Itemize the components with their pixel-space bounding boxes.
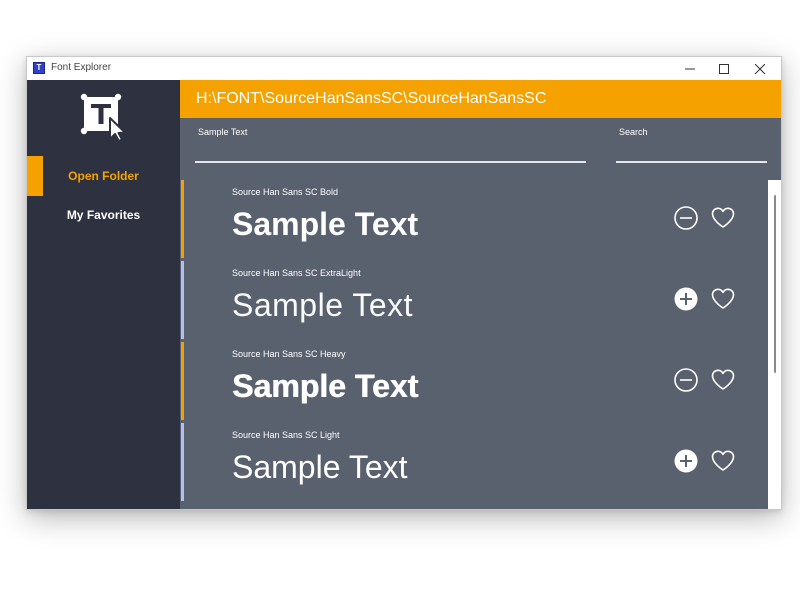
favorite-button[interactable] (710, 367, 736, 393)
scrollbar[interactable] (768, 180, 781, 509)
selection-bar (181, 342, 184, 420)
font-sample: Sample Text (232, 368, 419, 404)
selection-bar (181, 261, 184, 339)
window-title: Font Explorer (51, 62, 112, 73)
font-row[interactable]: Source Han Sans SC Bold Sample Text (181, 180, 768, 260)
maximize-button[interactable] (707, 57, 741, 80)
sample-text-label: Sample Text (198, 127, 248, 137)
minimize-icon (685, 68, 695, 69)
heart-outline-icon (711, 450, 735, 471)
font-row[interactable]: Source Han Sans SC Light Sample Text (181, 423, 768, 503)
font-name: Source Han Sans SC Bold (232, 187, 339, 197)
font-list: Source Han Sans SC Bold Sample Text Sour… (181, 180, 768, 509)
font-name: Source Han Sans SC Heavy (232, 349, 346, 359)
sidebar-item-open-folder[interactable]: Open Folder (27, 156, 180, 196)
scrollbar-thumb[interactable] (774, 195, 776, 373)
font-name: Source Han Sans SC ExtraLight (232, 268, 361, 278)
add-font-button[interactable] (673, 286, 699, 312)
app-window: T Font Explorer Open Folder My Favorites (26, 56, 782, 510)
search-label: Search (619, 127, 648, 137)
remove-font-button[interactable] (673, 205, 699, 231)
sample-text-input[interactable] (195, 161, 586, 163)
plus-circle-icon (674, 449, 698, 473)
sidebar: Open Folder My Favorites (27, 80, 180, 509)
sidebar-item-my-favorites[interactable]: My Favorites (27, 195, 180, 235)
sidebar-item-label: Open Folder (68, 169, 139, 183)
font-explorer-app-icon: T (33, 62, 45, 74)
selection-bar (181, 423, 184, 501)
active-indicator (27, 156, 43, 196)
font-name: Source Han Sans SC Light (232, 430, 340, 440)
font-sample: Sample Text (232, 449, 408, 485)
search-input[interactable] (616, 161, 767, 163)
folder-path-header: H:\FONT\SourceHanSansSC\SourceHanSansSC (180, 80, 781, 118)
minus-circle-icon (674, 368, 698, 392)
title-bar[interactable]: T Font Explorer (27, 57, 781, 80)
text-cursor-logo-icon (80, 93, 126, 142)
favorite-button[interactable] (710, 448, 736, 474)
heart-outline-icon (711, 369, 735, 390)
close-icon (755, 63, 765, 74)
minus-circle-icon (674, 206, 698, 230)
font-sample: Sample Text (232, 287, 413, 323)
font-row[interactable]: Source Han Sans SC ExtraLight Sample Tex… (181, 261, 768, 341)
font-row[interactable]: Source Han Sans SC Heavy Sample Text (181, 342, 768, 422)
close-button[interactable] (743, 57, 777, 80)
remove-font-button[interactable] (673, 367, 699, 393)
heart-outline-icon (711, 288, 735, 309)
sidebar-item-label: My Favorites (66, 208, 141, 222)
add-font-button[interactable] (673, 448, 699, 474)
selection-bar (181, 180, 184, 258)
favorite-button[interactable] (710, 286, 736, 312)
favorite-button[interactable] (710, 205, 736, 231)
heart-outline-icon (711, 207, 735, 228)
font-sample: Sample Text (232, 206, 419, 242)
maximize-icon (719, 63, 729, 74)
minimize-button[interactable] (673, 57, 707, 80)
plus-circle-icon (674, 287, 698, 311)
